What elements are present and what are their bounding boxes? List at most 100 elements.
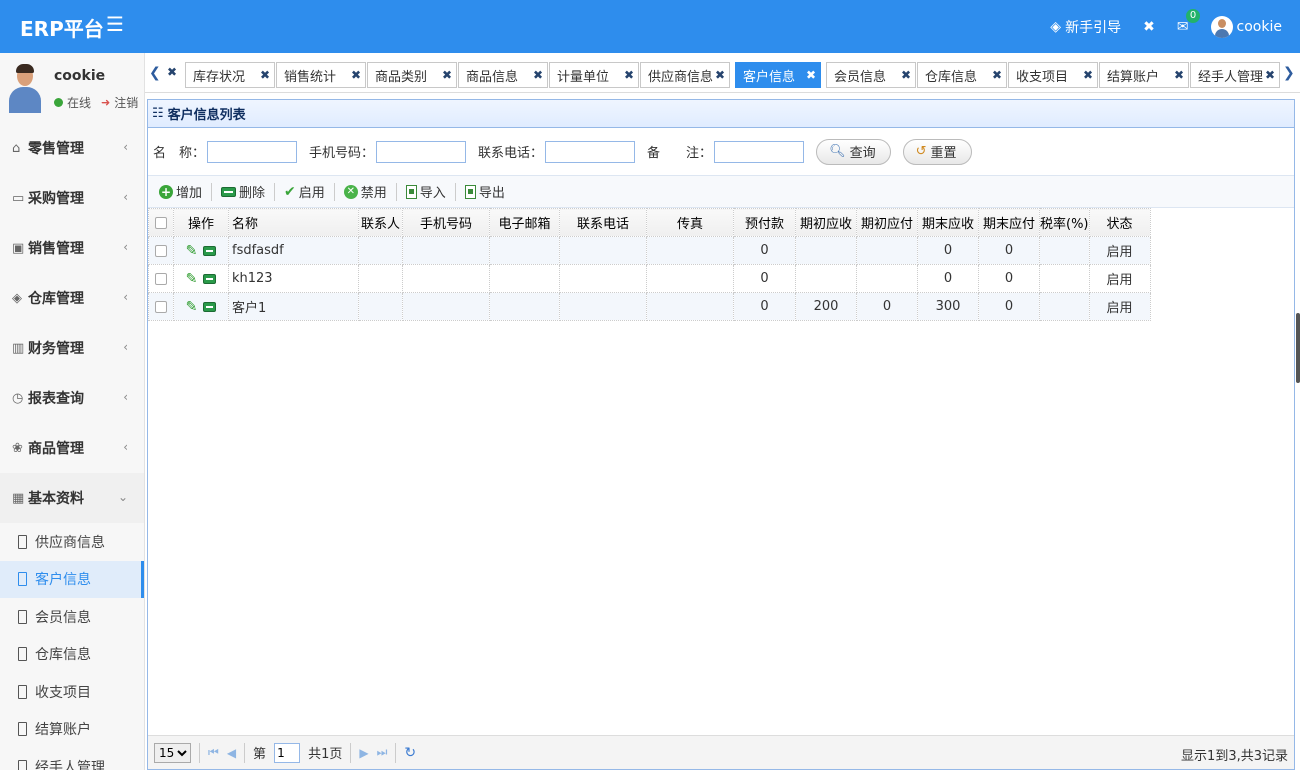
tab-inventory[interactable]: 库存状况 ✖ xyxy=(185,62,275,88)
pencil-icon[interactable]: ✎ xyxy=(186,243,198,259)
sidebar-item-handler[interactable]: 经手人管理 xyxy=(0,748,144,770)
column-header[interactable]: 税率(%) xyxy=(1039,208,1090,237)
logout-link[interactable]: 注销 xyxy=(114,94,138,111)
prev-page-icon[interactable]: ◀ xyxy=(227,746,236,760)
tab-member[interactable]: 会员信息 ✖ xyxy=(826,62,916,88)
close-icon[interactable]: ✖ xyxy=(624,68,634,82)
enable-button[interactable]: ✔ 启用 xyxy=(279,180,330,204)
tab-customer[interactable]: 客户信息 ✖ xyxy=(735,62,821,88)
guide-link[interactable]: ◈ 新手引导 xyxy=(1050,17,1121,37)
cell-prepay: 0 xyxy=(733,264,796,293)
menu-toggle-icon[interactable]: ☰ xyxy=(106,12,124,36)
tab-supplier[interactable]: 供应商信息 ✖ xyxy=(640,62,730,88)
tab-account[interactable]: 结算账户 ✖ xyxy=(1099,62,1189,88)
nav-group-reports[interactable]: ◷ 报表查询 ‹ xyxy=(0,373,144,423)
sidebar-item-supplier[interactable]: 供应商信息 xyxy=(0,523,144,561)
close-icon[interactable]: ✖ xyxy=(901,68,911,82)
refresh-icon[interactable]: ↻ xyxy=(404,745,416,761)
close-icon[interactable]: ✖ xyxy=(715,68,725,82)
row-checkbox[interactable] xyxy=(148,292,174,321)
chevron-left-icon: ‹ xyxy=(123,390,128,404)
nav-group-retail[interactable]: ⌂ 零售管理 ‹ xyxy=(0,123,144,173)
nav-group-sales[interactable]: ▣ 销售管理 ‹ xyxy=(0,223,144,273)
column-header[interactable]: 期末应付 xyxy=(978,208,1040,237)
user-menu[interactable]: cookie xyxy=(1210,15,1282,38)
query-button[interactable]: 🔍︎ 查询 xyxy=(816,138,891,165)
mobile-input[interactable] xyxy=(376,140,467,163)
tab-goods-category[interactable]: 商品类别 ✖ xyxy=(367,62,457,88)
select-all-checkbox[interactable] xyxy=(148,208,174,237)
table-row[interactable]: ✎ fsdfasdf 0 0 0 启用 xyxy=(148,236,1151,265)
sidebar-item-warehouse[interactable]: 仓库信息 xyxy=(0,636,144,674)
notification-button[interactable]: ✉ 0 xyxy=(1177,8,1201,35)
sidebar-item-customer[interactable]: 客户信息 xyxy=(0,560,144,598)
detail-icon[interactable] xyxy=(203,274,217,284)
tab-goods-info[interactable]: 商品信息 ✖ xyxy=(458,62,548,88)
row-checkbox[interactable] xyxy=(148,236,174,265)
close-icon[interactable]: ✖ xyxy=(992,68,1002,82)
column-header[interactable]: 期末应收 xyxy=(917,208,979,237)
table-row[interactable]: ✎ kh123 0 0 0 启用 xyxy=(148,264,1151,293)
tab-sales-stats[interactable]: 销售统计 ✖ xyxy=(276,62,366,88)
tab-income-expense[interactable]: 收支项目 ✖ xyxy=(1008,62,1098,88)
phone-input[interactable] xyxy=(545,140,636,163)
add-button[interactable]: + 增加 xyxy=(154,180,207,204)
close-icon[interactable]: ✖ xyxy=(442,68,452,82)
page-number-input[interactable] xyxy=(274,742,301,763)
sidebar-item-income-expense[interactable]: 收支项目 xyxy=(0,673,144,711)
column-header[interactable]: 名称 xyxy=(228,208,359,237)
close-icon[interactable]: ✖ xyxy=(1083,68,1093,82)
close-icon[interactable]: ✖ xyxy=(806,68,816,82)
reset-button[interactable]: ↺ 重置 xyxy=(902,138,972,165)
nav-group-finance[interactable]: ▥ 财务管理 ‹ xyxy=(0,323,144,373)
close-icon[interactable]: ✖ xyxy=(167,65,177,79)
next-page-icon[interactable]: ▶ xyxy=(359,746,368,760)
column-header[interactable]: 传真 xyxy=(646,208,734,237)
first-page-icon[interactable]: ⏮ xyxy=(208,745,219,760)
column-header[interactable]: 状态 xyxy=(1088,208,1151,237)
nav-group-goods[interactable]: ❀ 商品管理 ‹ xyxy=(0,423,144,473)
column-header[interactable]: 期初应付 xyxy=(856,208,918,237)
pencil-icon[interactable]: ✎ xyxy=(186,271,198,287)
search-icon: 🔍︎ xyxy=(829,144,846,159)
close-icon[interactable]: ✖ xyxy=(351,68,361,82)
column-header[interactable]: 预付款 xyxy=(733,208,796,237)
chevron-left-icon[interactable]: ❮ xyxy=(149,65,161,81)
logout-icon[interactable]: ➜ xyxy=(101,96,110,109)
close-icon[interactable]: ✖ xyxy=(260,68,270,82)
nav-group-purchase[interactable]: ▭ 采购管理 ‹ xyxy=(0,173,144,223)
delete-button[interactable]: 删除 xyxy=(216,180,270,204)
page-icon xyxy=(18,647,27,662)
tab-label: 库存状况 xyxy=(193,69,246,85)
fullscreen-icon[interactable]: ✖ xyxy=(1143,19,1155,35)
column-header[interactable]: 手机号码 xyxy=(402,208,490,237)
tab-unit[interactable]: 计量单位 ✖ xyxy=(549,62,639,88)
tab-handler[interactable]: 经手人管理 ✖ xyxy=(1190,62,1280,88)
chevron-right-icon[interactable]: ❯ xyxy=(1283,65,1295,81)
column-header[interactable]: 联系电话 xyxy=(559,208,647,237)
name-input[interactable] xyxy=(207,140,298,163)
detail-icon[interactable] xyxy=(203,302,217,312)
tab-warehouse[interactable]: 仓库信息 ✖ xyxy=(917,62,1007,88)
page-size-select[interactable]: 15 xyxy=(154,742,191,763)
page-scrollbar[interactable] xyxy=(1296,313,1300,383)
import-button[interactable]: 导入 xyxy=(401,180,451,204)
table-row[interactable]: ✎ 客户1 0 200 0 300 0 启用 xyxy=(148,292,1151,321)
close-icon[interactable]: ✖ xyxy=(1174,68,1184,82)
detail-icon[interactable] xyxy=(203,246,217,256)
export-button[interactable]: 导出 xyxy=(460,180,510,204)
column-header[interactable]: 电子邮箱 xyxy=(489,208,560,237)
pencil-icon[interactable]: ✎ xyxy=(186,299,198,315)
column-header[interactable]: 期初应收 xyxy=(795,208,857,237)
close-icon[interactable]: ✖ xyxy=(1265,68,1275,82)
sidebar-item-member[interactable]: 会员信息 xyxy=(0,598,144,636)
sidebar-item-account[interactable]: 结算账户 xyxy=(0,711,144,749)
last-page-icon[interactable]: ⏭ xyxy=(377,745,388,760)
nav-group-basic-data[interactable]: ▦ 基本资料 ⌄ xyxy=(0,473,144,523)
remark-input[interactable] xyxy=(714,140,805,163)
column-header[interactable]: 联系人 xyxy=(358,208,403,237)
row-checkbox[interactable] xyxy=(148,264,174,293)
close-icon[interactable]: ✖ xyxy=(533,68,543,82)
nav-group-warehouse[interactable]: ◈ 仓库管理 ‹ xyxy=(0,273,144,323)
disable-button[interactable]: ✕ 禁用 xyxy=(339,180,392,204)
